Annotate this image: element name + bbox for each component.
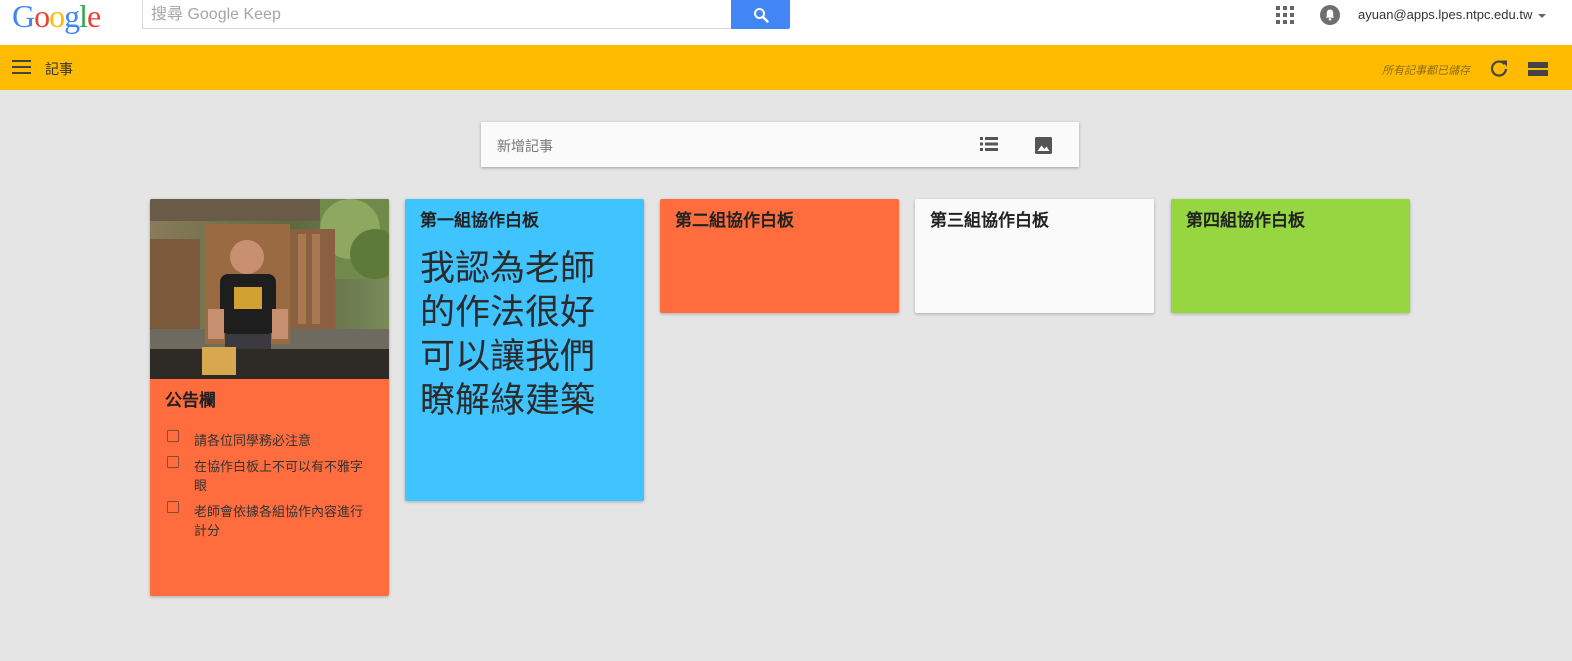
account-email: ayuan@apps.lpes.ntpc.edu.tw xyxy=(1358,7,1533,22)
image-icon[interactable] xyxy=(1035,137,1052,154)
note-title: 公告欄 xyxy=(165,391,216,410)
note-card-group-2[interactable]: 第二組協作白板 xyxy=(660,199,899,313)
note-photo xyxy=(150,199,389,379)
checklist-item: 在協作白板上不可以有不雅字眼 xyxy=(165,456,374,495)
checklist-item-text: 在協作白板上不可以有不雅字眼 xyxy=(194,459,364,493)
note-card-group-4[interactable]: 第四組協作白板 xyxy=(1171,199,1410,313)
saved-status-text: 所有記事都已儲存 xyxy=(1382,65,1470,77)
checklist-icon[interactable] xyxy=(980,137,998,151)
search-button[interactable] xyxy=(731,0,790,29)
logo-letter: o xyxy=(49,0,65,34)
search-icon xyxy=(753,7,769,23)
refresh-icon[interactable] xyxy=(1489,58,1509,78)
search-input[interactable] xyxy=(149,2,723,28)
note-title: 第一組協作白板 xyxy=(420,211,539,230)
checklist-item: 請各位同學務必注意 xyxy=(165,430,374,450)
checkbox[interactable] xyxy=(167,430,179,442)
apps-grid-icon[interactable] xyxy=(1276,6,1294,24)
chevron-down-icon xyxy=(1538,13,1547,18)
search-box xyxy=(142,0,732,29)
logo-letter: G xyxy=(12,0,35,34)
logo-letter: g xyxy=(64,0,80,34)
note-checklist: 請各位同學務必注意 在協作白板上不可以有不雅字眼 老師會依據各組協作內容進行計分 xyxy=(150,411,389,540)
new-note-input[interactable] xyxy=(495,136,959,156)
logo-letter: l xyxy=(79,0,88,34)
checklist-item: 老師會依據各組協作內容進行計分 xyxy=(165,501,374,540)
note-title: 第四組協作白板 xyxy=(1186,211,1305,230)
app-bar: 記事 所有記事都已儲存 xyxy=(0,45,1572,90)
notification-bell-icon[interactable] xyxy=(1320,5,1340,25)
checkbox[interactable] xyxy=(167,501,179,513)
logo-letter: o xyxy=(34,0,50,34)
list-view-icon[interactable] xyxy=(1528,62,1548,76)
account-menu[interactable]: ayuan@apps.lpes.ntpc.edu.tw xyxy=(1358,7,1547,22)
new-note-bar xyxy=(481,122,1079,167)
note-title: 第二組協作白板 xyxy=(675,211,794,230)
note-card-bulletin[interactable]: 公告欄 請各位同學務必注意 在協作白板上不可以有不雅字眼 老師會依據各組協作內容… xyxy=(150,199,389,596)
note-title: 第三組協作白板 xyxy=(930,211,1049,230)
note-card-group-1[interactable]: 第一組協作白板 我認為老師的作法很好可以讓我們瞭解綠建築 xyxy=(405,199,644,501)
checkbox[interactable] xyxy=(167,456,179,468)
note-card-group-3[interactable]: 第三組協作白板 xyxy=(915,199,1154,313)
note-body: 我認為老師的作法很好可以讓我們瞭解綠建築 xyxy=(420,249,596,421)
top-bar: Google ayuan@apps.lpes.ntpc.edu.tw xyxy=(0,0,1572,45)
google-logo[interactable]: Google xyxy=(12,0,101,35)
logo-letter: e xyxy=(87,0,101,34)
checklist-item-text: 請各位同學務必注意 xyxy=(194,433,312,448)
app-title: 記事 xyxy=(45,61,73,77)
hamburger-menu-icon[interactable] xyxy=(12,59,32,75)
checklist-item-text: 老師會依據各組協作內容進行計分 xyxy=(194,504,364,538)
